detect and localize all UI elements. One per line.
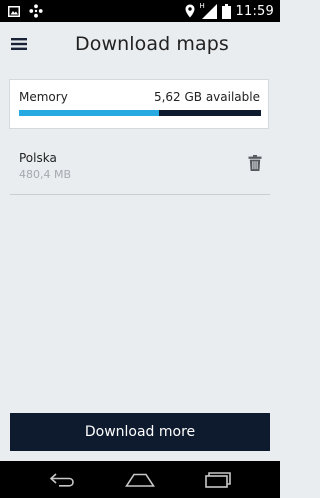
status-right-icons: H 11:59 [185, 2, 274, 20]
recents-icon [205, 472, 231, 488]
memory-available-text: 5,62 GB available [153, 90, 260, 104]
status-time: 11:59 [235, 3, 274, 19]
app-header: Download maps [0, 22, 280, 68]
trash-icon [248, 155, 262, 171]
memory-usage-fill [19, 110, 160, 116]
network-type-label: H [199, 1, 205, 10]
map-name: Polska [19, 151, 57, 165]
memory-label: Memory [19, 90, 68, 104]
back-icon [49, 473, 75, 487]
hamburger-menu-icon [11, 38, 27, 50]
menu-button[interactable] [8, 33, 30, 55]
list-item[interactable]: Polska 480,4 MB [10, 140, 270, 194]
image-notification-icon [8, 5, 20, 17]
map-size: 480,4 MB [19, 168, 72, 181]
battery-icon [221, 3, 231, 19]
memory-usage-bar [19, 110, 261, 116]
status-left-icons [8, 3, 43, 19]
home-icon [125, 473, 155, 487]
home-button[interactable] [125, 469, 155, 491]
back-button[interactable] [47, 469, 77, 491]
page-title: Download maps [75, 33, 229, 55]
app-notification-icon [29, 4, 43, 18]
status-bar: H 11:59 [0, 0, 280, 22]
recents-button[interactable] [203, 469, 233, 491]
signal-icon: H [199, 1, 217, 19]
list-divider [10, 194, 270, 195]
location-icon [185, 4, 195, 18]
download-more-button[interactable]: Download more [10, 413, 270, 451]
delete-map-button[interactable] [248, 155, 264, 173]
navigation-bar [0, 461, 280, 498]
memory-card: Memory 5,62 GB available [9, 79, 269, 129]
